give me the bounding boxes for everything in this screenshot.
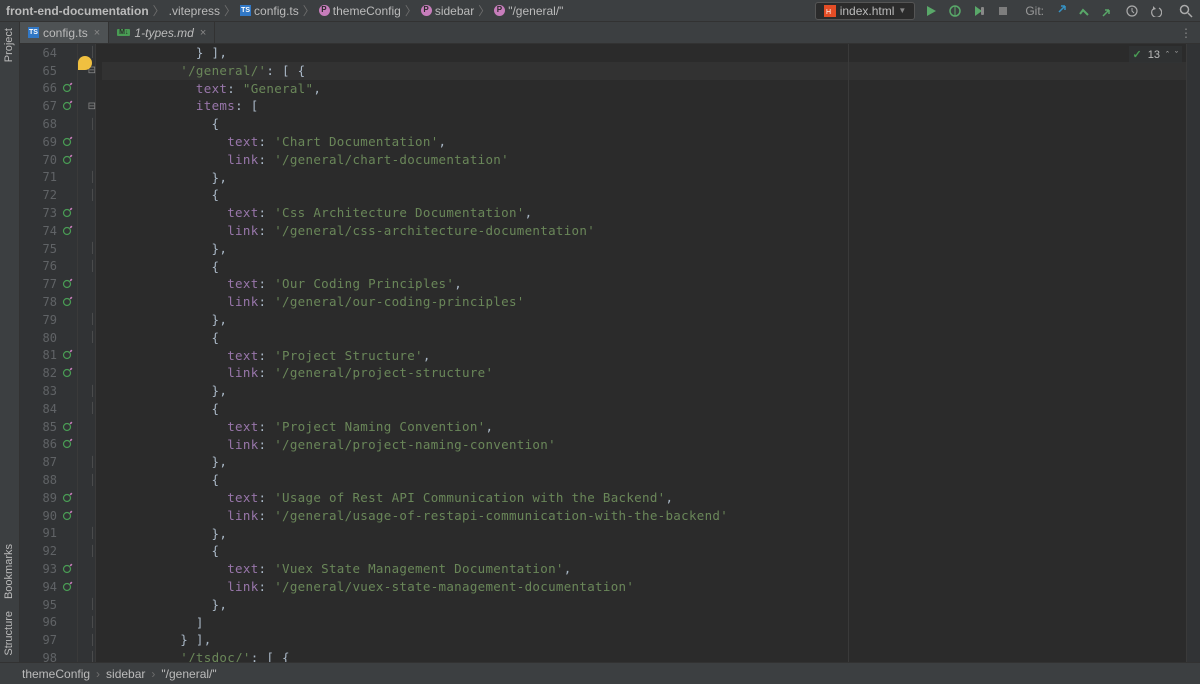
markdown-icon: M↓ — [117, 29, 130, 36]
crumb-label: "/general/" — [508, 4, 563, 18]
editor[interactable]: 6465666768697071727374757677787980818283… — [20, 44, 1200, 662]
code-area[interactable]: } ], '/general/': [ { text: "General", i… — [96, 44, 1200, 662]
check-icon: ✓ — [1133, 48, 1142, 61]
property-icon — [494, 5, 505, 16]
html-icon: H — [824, 5, 836, 17]
crumb-sidebar[interactable]: sidebar — [421, 4, 474, 18]
git-label: Git: — [1025, 4, 1044, 18]
intention-bulb-icon[interactable] — [78, 56, 92, 70]
tool-window-project[interactable]: Project — [0, 22, 18, 68]
chevron-right-icon: 〉 — [153, 2, 165, 19]
run-config-name: index.html — [840, 4, 895, 18]
chevron-right-icon: 〉 — [478, 2, 490, 19]
tab-config[interactable]: TS config.ts × — [20, 22, 109, 43]
preview-split[interactable] — [848, 44, 849, 662]
chevron-right-icon: 〉 — [405, 2, 417, 19]
status-crumb-general[interactable]: "/general/" — [161, 667, 216, 681]
tab-label: 1-types.md — [134, 26, 193, 40]
run-button[interactable] — [923, 3, 939, 19]
typescript-icon: TS — [240, 5, 251, 16]
crumb-label: sidebar — [435, 4, 474, 18]
tab-types[interactable]: M↓ 1-types.md × — [109, 22, 215, 43]
close-icon[interactable]: × — [94, 27, 100, 39]
chevron-down-icon: ▼ — [898, 6, 906, 15]
git-push-button[interactable] — [1100, 3, 1116, 19]
nav-right: H index.html ▼ Git: — [815, 2, 1194, 20]
chevron-right-icon: 〉 — [303, 2, 315, 19]
crumb-config[interactable]: TS config.ts — [240, 4, 299, 18]
chevron-up-icon[interactable]: ˆ — [1166, 50, 1169, 60]
error-stripe[interactable] — [1186, 44, 1200, 662]
debug-button[interactable] — [947, 3, 963, 19]
git-commit-button[interactable] — [1076, 3, 1092, 19]
crumb-label: themeConfig — [333, 4, 401, 18]
chevron-right-icon: › — [96, 667, 100, 681]
tab-label: config.ts — [43, 26, 88, 40]
run-with-coverage-button[interactable] — [971, 3, 987, 19]
fold-gutter[interactable]: │⊟⊟│││││││││││││││││ — [78, 44, 96, 662]
tabs-menu-button[interactable]: ⋮ — [1172, 22, 1200, 43]
git-history-button[interactable] — [1124, 3, 1140, 19]
chevron-right-icon: › — [151, 667, 155, 681]
stop-button[interactable] — [995, 3, 1011, 19]
rollback-button[interactable] — [1148, 3, 1164, 19]
crumb-general[interactable]: "/general/" — [494, 4, 563, 18]
tool-window-bookmarks[interactable]: Bookmarks — [0, 538, 18, 605]
editor-tabs: TS config.ts × M↓ 1-types.md × ⋮ — [0, 22, 1200, 44]
chevron-down-icon[interactable]: ˇ — [1175, 50, 1178, 60]
typescript-icon: TS — [28, 27, 39, 38]
tool-window-structure[interactable]: Structure — [0, 605, 18, 662]
svg-text:H: H — [826, 9, 831, 16]
crumb-label: config.ts — [254, 4, 299, 18]
gutter[interactable]: 6465666768697071727374757677787980818283… — [20, 44, 78, 662]
search-everywhere-button[interactable] — [1178, 3, 1194, 19]
breadcrumbs: front-end-documentation 〉 .vitepress 〉 T… — [6, 2, 815, 19]
property-icon — [421, 5, 432, 16]
run-config-selector[interactable]: H index.html ▼ — [815, 2, 916, 20]
property-icon — [319, 5, 330, 16]
problems-count: 13 — [1148, 49, 1160, 61]
git-update-button[interactable] — [1052, 3, 1068, 19]
crumb-root[interactable]: front-end-documentation — [6, 4, 149, 18]
chevron-right-icon: 〉 — [224, 2, 236, 19]
problems-indicator[interactable]: ✓ 13 ˆ ˇ — [1129, 46, 1182, 63]
status-crumb-themeconfig[interactable]: themeConfig — [22, 667, 90, 681]
crumb-themeconfig[interactable]: themeConfig — [319, 4, 401, 18]
statusbar: themeConfig › sidebar › "/general/" — [0, 662, 1200, 684]
status-crumb-sidebar[interactable]: sidebar — [106, 667, 145, 681]
left-toolbar: Project Bookmarks Structure — [0, 22, 20, 662]
close-icon[interactable]: × — [200, 27, 206, 39]
crumb-vitepress[interactable]: .vitepress — [169, 4, 220, 18]
navbar: front-end-documentation 〉 .vitepress 〉 T… — [0, 0, 1200, 22]
